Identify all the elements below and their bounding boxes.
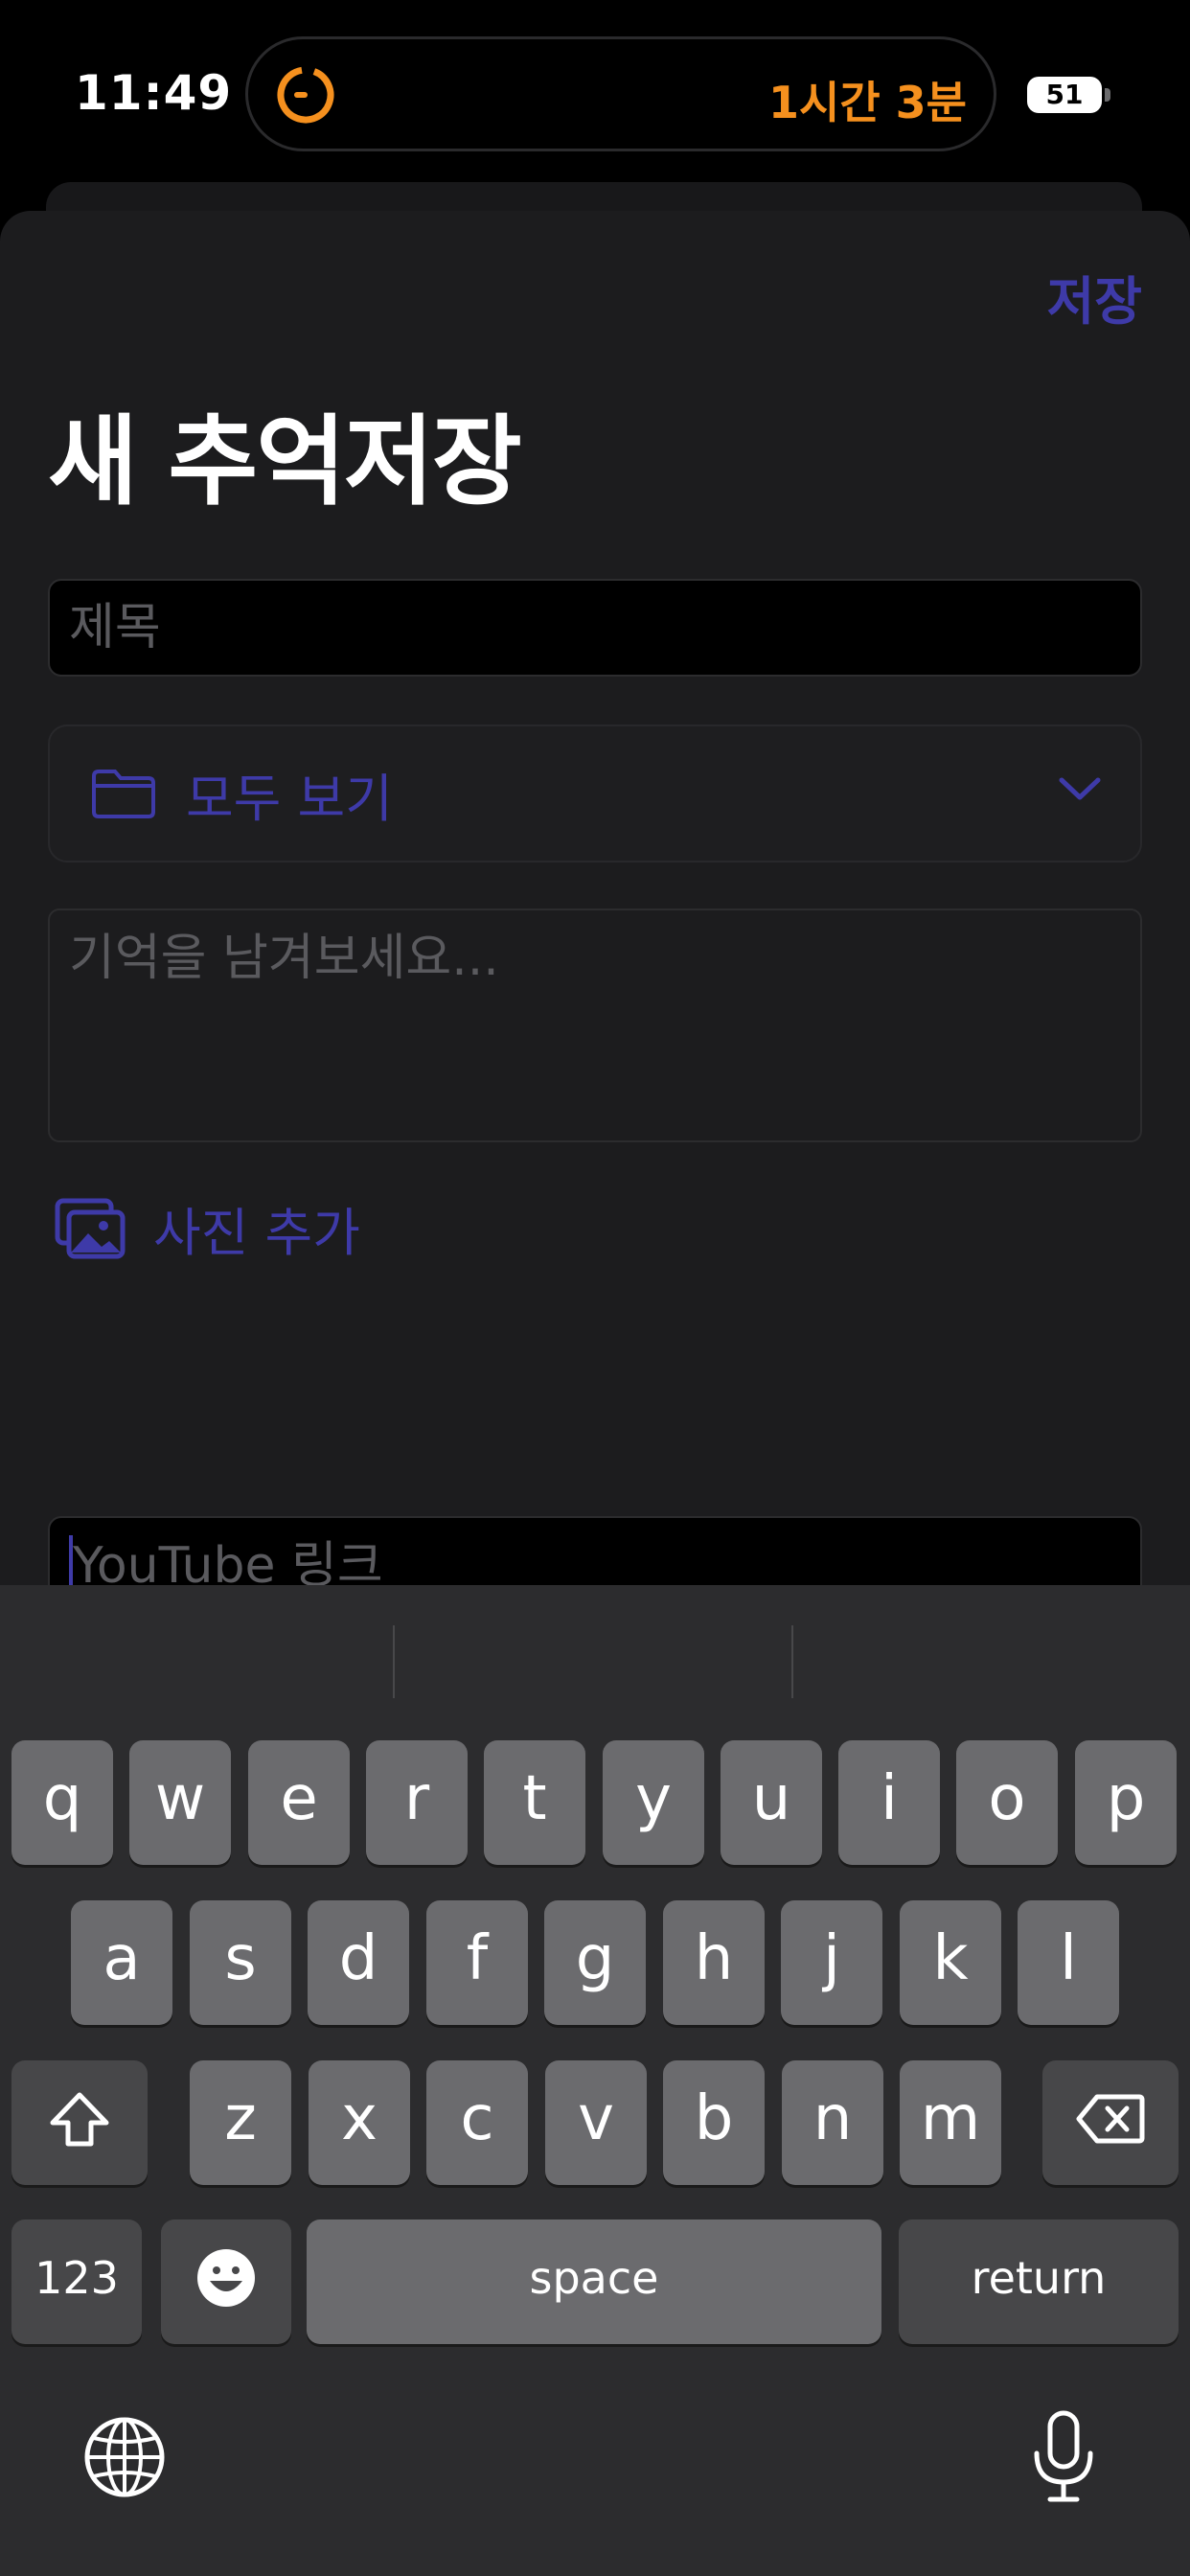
key-s[interactable]: s xyxy=(190,1900,291,2025)
delete-icon xyxy=(1076,2094,1145,2144)
key-m[interactable]: m xyxy=(900,2060,1001,2185)
return-key[interactable]: return xyxy=(899,2220,1179,2344)
photo-stack-icon xyxy=(55,1198,126,1258)
key-n[interactable]: n xyxy=(782,2060,883,2185)
key-i[interactable]: i xyxy=(838,1740,940,1865)
key-p[interactable]: p xyxy=(1075,1740,1177,1865)
status-time: 11:49 xyxy=(75,65,233,121)
add-photo-label: 사진 추가 xyxy=(153,1203,360,1263)
keyboard: qwertyuiop asdfghjkl zxcvbnm 123 space r… xyxy=(0,1585,1190,2576)
timer-icon xyxy=(277,66,334,124)
key-k[interactable]: k xyxy=(900,1900,1001,2025)
key-z[interactable]: z xyxy=(190,2060,291,2185)
shift-icon xyxy=(50,2092,109,2147)
title-input[interactable]: 제목 xyxy=(48,579,1142,677)
page-title: 새 추억저장 xyxy=(48,405,522,519)
key-b[interactable]: b xyxy=(663,2060,765,2185)
globe-icon[interactable] xyxy=(82,2415,167,2499)
key-v[interactable]: v xyxy=(545,2060,647,2185)
memo-textarea[interactable]: 기억을 남겨보세요... xyxy=(48,908,1142,1142)
key-q[interactable]: q xyxy=(11,1740,113,1865)
suggestion-divider xyxy=(393,1625,395,1698)
battery-tip xyxy=(1105,88,1110,102)
emoji-key[interactable] xyxy=(161,2220,291,2344)
key-g[interactable]: g xyxy=(544,1900,646,2025)
key-y[interactable]: y xyxy=(603,1740,704,1865)
activity-timer-text: 1시간 3분 xyxy=(768,77,967,128)
suggestion-divider xyxy=(791,1625,793,1698)
key-f[interactable]: f xyxy=(426,1900,528,2025)
key-d[interactable]: d xyxy=(308,1900,409,2025)
key-x[interactable]: x xyxy=(309,2060,410,2185)
key-h[interactable]: h xyxy=(663,1900,765,2025)
emoji-icon xyxy=(197,2249,255,2307)
delete-key[interactable] xyxy=(1042,2060,1179,2185)
save-button[interactable]: 저장 xyxy=(1047,259,1142,334)
key-j[interactable]: j xyxy=(781,1900,882,2025)
key-r[interactable]: r xyxy=(366,1740,468,1865)
numbers-key[interactable]: 123 xyxy=(11,2220,142,2344)
key-a[interactable]: a xyxy=(71,1900,172,2025)
key-w[interactable]: w xyxy=(129,1740,231,1865)
space-key[interactable]: space xyxy=(307,2220,881,2344)
key-e[interactable]: e xyxy=(248,1740,350,1865)
battery-level: 51 xyxy=(1045,79,1084,110)
key-t[interactable]: t xyxy=(484,1740,585,1865)
add-photo-button[interactable]: 사진 추가 xyxy=(54,1190,360,1266)
folder-select[interactable]: 모두 보기 xyxy=(48,724,1142,862)
chevron-down-icon xyxy=(1059,777,1101,800)
battery-icon: 51 xyxy=(1027,77,1102,113)
key-l[interactable]: l xyxy=(1018,1900,1119,2025)
key-o[interactable]: o xyxy=(956,1740,1058,1865)
folder-icon xyxy=(92,770,155,818)
shift-key[interactable] xyxy=(11,2060,148,2185)
microphone-icon[interactable] xyxy=(1029,2409,1098,2505)
key-c[interactable]: c xyxy=(426,2060,528,2185)
key-u[interactable]: u xyxy=(721,1740,822,1865)
folder-select-label: 모두 보기 xyxy=(186,768,393,829)
dynamic-island[interactable]: 1시간 3분 xyxy=(245,36,996,151)
